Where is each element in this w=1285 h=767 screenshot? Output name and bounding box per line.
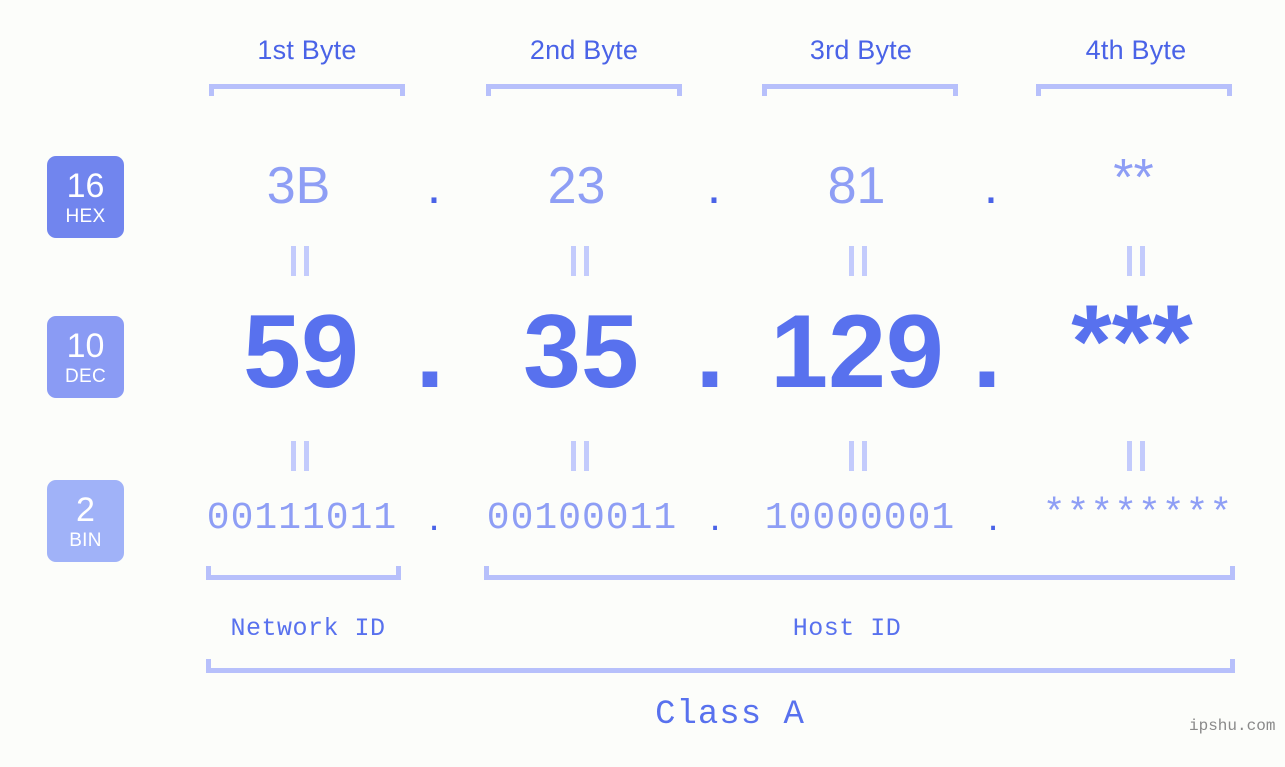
equals-mark-dec-bin-3: [849, 441, 867, 471]
radix-badge-dec-number: 10: [66, 326, 105, 365]
byte-bracket-top-1: [209, 84, 405, 96]
equals-mark-dec-bin-2: [571, 441, 589, 471]
bin-byte-value-2: 00100011: [486, 497, 678, 540]
network-id-label: Network ID: [230, 614, 386, 643]
equals-mark-hex-dec-1: [291, 246, 309, 276]
network-id-bracket: [206, 566, 401, 580]
ip-address-breakdown-diagram: 1st Byte 2nd Byte 3rd Byte 4th Byte 16 H…: [0, 0, 1285, 767]
dec-byte-value-4: ***: [1071, 284, 1193, 400]
radix-badge-bin-name: BIN: [69, 529, 102, 551]
radix-badge-bin: 2 BIN: [47, 480, 124, 562]
hex-byte-value-1: 3B: [266, 157, 331, 215]
radix-badge-hex: 16 HEX: [47, 156, 124, 238]
radix-badge-hex-name: HEX: [65, 205, 106, 227]
hex-separator-1: .: [426, 157, 442, 215]
byte-header-label-4: 4th Byte: [1085, 35, 1187, 65]
bin-separator-3: .: [987, 495, 999, 539]
radix-badge-bin-number: 2: [76, 490, 95, 529]
class-bracket: [206, 659, 1235, 673]
bin-separator-2: .: [709, 495, 721, 539]
byte-header-label-1: 1st Byte: [257, 35, 357, 65]
dec-byte-value-2: 35: [523, 294, 639, 410]
dec-byte-value-3: 129: [770, 294, 944, 410]
radix-badge-dec: 10 DEC: [47, 316, 124, 398]
watermark: ipshu.com: [1189, 717, 1276, 735]
hex-separator-2: .: [706, 157, 722, 215]
byte-bracket-top-3: [762, 84, 958, 96]
bin-byte-value-3: 10000001: [764, 497, 956, 540]
byte-bracket-top-4: [1036, 84, 1232, 96]
dec-separator-1: .: [415, 294, 445, 410]
hex-separator-3: .: [983, 157, 999, 215]
host-id-label: Host ID: [792, 614, 902, 643]
bin-separator-1: .: [428, 495, 440, 539]
equals-mark-dec-bin-1: [291, 441, 309, 471]
host-id-bracket: [484, 566, 1235, 580]
hex-byte-value-2: 23: [547, 157, 606, 215]
class-label: Class A: [655, 696, 805, 734]
equals-mark-dec-bin-4: [1127, 441, 1145, 471]
equals-mark-hex-dec-2: [571, 246, 589, 276]
dec-byte-value-1: 59: [243, 294, 359, 410]
byte-header-label-2: 2nd Byte: [529, 35, 639, 65]
dec-separator-2: .: [695, 294, 725, 410]
dec-separator-3: .: [972, 294, 1002, 410]
hex-byte-value-4: **: [1113, 149, 1154, 207]
radix-badge-dec-name: DEC: [64, 365, 106, 387]
equals-mark-hex-dec-4: [1127, 246, 1145, 276]
byte-bracket-top-2: [486, 84, 682, 96]
byte-header-label-3: 3rd Byte: [809, 35, 913, 65]
radix-badge-hex-number: 16: [66, 166, 105, 205]
bin-byte-value-1: 00111011: [206, 497, 398, 540]
equals-mark-hex-dec-3: [849, 246, 867, 276]
hex-byte-value-3: 81: [827, 157, 886, 215]
bin-byte-value-4: ********: [1042, 493, 1234, 536]
